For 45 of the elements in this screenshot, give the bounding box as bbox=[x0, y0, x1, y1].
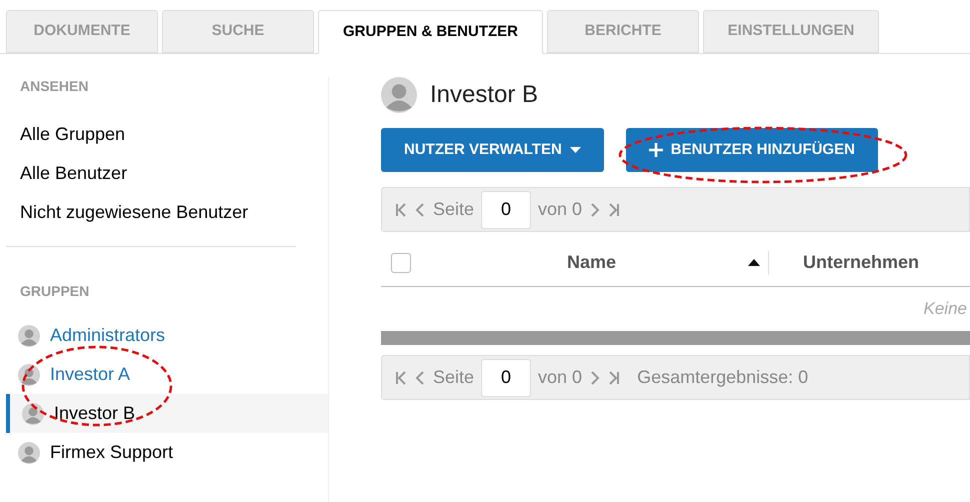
avatar-icon bbox=[18, 364, 40, 386]
first-page-icon[interactable] bbox=[395, 202, 407, 218]
page-count: von 0 bbox=[538, 198, 582, 221]
sort-ascending-icon[interactable] bbox=[748, 259, 760, 266]
column-header[interactable]: Unternehmen bbox=[803, 252, 920, 272]
empty-message: Keine bbox=[924, 298, 967, 320]
group-name: Administrators bbox=[50, 324, 166, 347]
avatar-icon bbox=[22, 402, 44, 424]
group-item[interactable]: Administrators bbox=[6, 316, 328, 355]
select-all-checkbox[interactable] bbox=[391, 252, 411, 272]
button[interactable]: BENUTZER HINZUFÜGEN bbox=[626, 128, 878, 172]
last-page-icon[interactable] bbox=[608, 370, 620, 386]
sidebar-link[interactable]: Alle Gruppen bbox=[0, 115, 126, 154]
group-item[interactable]: Firmex Support bbox=[6, 433, 328, 472]
sidebar-link[interactable]: Alle Benutzer bbox=[0, 154, 128, 193]
scrollbar[interactable] bbox=[381, 331, 970, 345]
group-item[interactable]: Investor A bbox=[6, 355, 328, 394]
previous-page-icon[interactable] bbox=[414, 370, 426, 386]
page-count: von 0 bbox=[538, 366, 582, 389]
previous-page-icon[interactable] bbox=[414, 202, 426, 218]
tab[interactable]: GRUPPEN & BENUTZER bbox=[318, 10, 543, 54]
section-heading: GRUPPEN bbox=[19, 282, 90, 301]
avatar-icon bbox=[18, 324, 40, 346]
plus-icon bbox=[648, 143, 663, 157]
group-item[interactable]: Investor B bbox=[6, 394, 328, 433]
next-page-icon[interactable] bbox=[589, 202, 602, 218]
button[interactable]: NUTZER VERWALTEN bbox=[381, 128, 604, 172]
avatar-icon bbox=[381, 77, 417, 113]
group-name: Firmex Support bbox=[50, 441, 174, 464]
page-title: Investor B bbox=[430, 80, 538, 110]
sidebar-link[interactable]: Nicht zugewiesene Benutzer bbox=[0, 193, 248, 232]
avatar-icon bbox=[18, 442, 40, 464]
group-name: Investor A bbox=[50, 363, 130, 386]
section-heading: ANSEHEN bbox=[19, 77, 90, 96]
page-field[interactable]: 0 bbox=[481, 358, 532, 396]
column-header[interactable]: Name bbox=[566, 249, 616, 276]
last-page-icon[interactable] bbox=[608, 202, 620, 218]
group-name: Investor B bbox=[54, 402, 136, 425]
page-field[interactable]: 0 bbox=[481, 190, 532, 228]
total-results: Gesamtergebnisse: 0 bbox=[637, 366, 808, 389]
page-label: Seite bbox=[433, 198, 474, 221]
page-label: Seite bbox=[433, 366, 474, 389]
next-page-icon[interactable] bbox=[589, 370, 602, 386]
caret-icon bbox=[570, 147, 581, 153]
first-page-icon[interactable] bbox=[395, 370, 407, 386]
